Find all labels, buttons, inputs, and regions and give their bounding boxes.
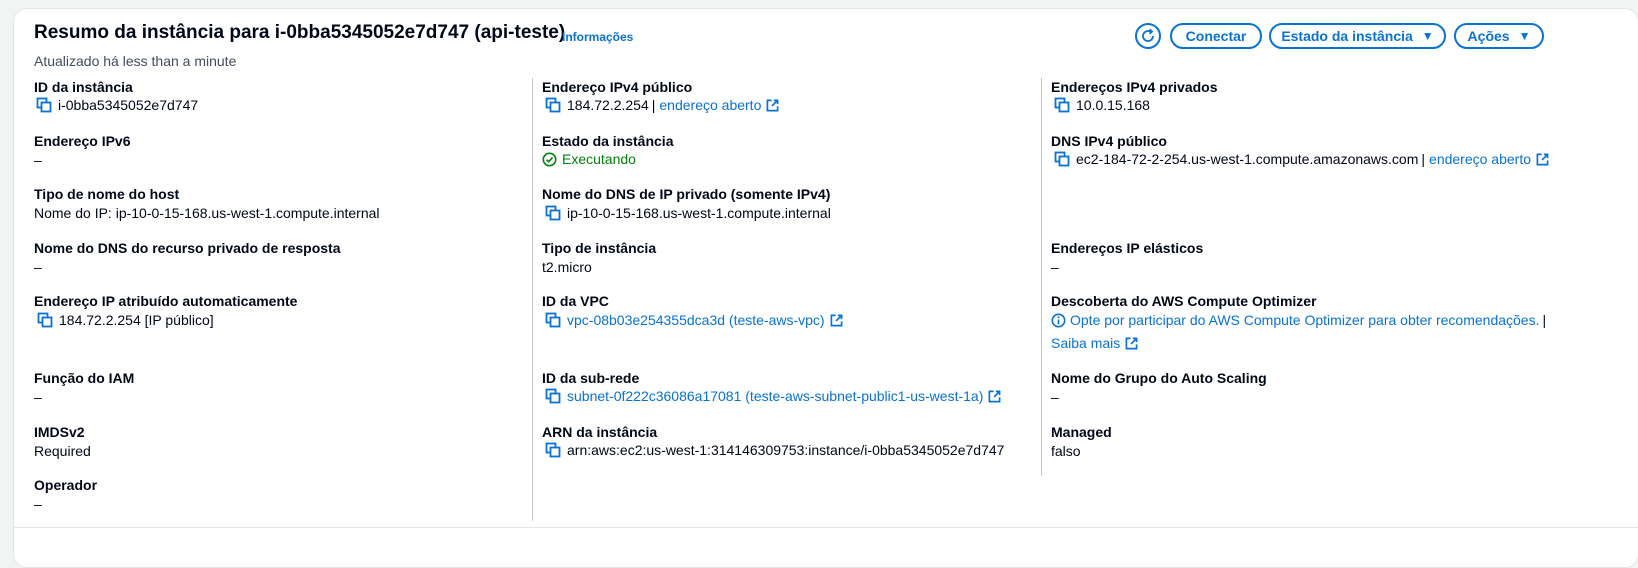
instance-summary-panel: Resumo da instância para i-0bba5345052e7… — [13, 8, 1638, 568]
instance-state-dropdown[interactable]: Estado da instância ▼ — [1269, 23, 1446, 49]
vpc-id-label: ID da VPC — [542, 293, 609, 309]
instance-state-value: Executando — [542, 151, 636, 167]
page-title: Resumo da instância para i-0bba5345052e7… — [34, 22, 566, 43]
hostname-type-label: Tipo de nome do host — [34, 186, 180, 202]
last-updated-text: Atualizado há less than a minute — [34, 53, 237, 69]
external-link-icon — [1536, 153, 1549, 166]
iam-role-value: – — [34, 389, 42, 405]
copy-icon[interactable] — [36, 97, 52, 113]
copy-icon[interactable] — [545, 312, 561, 328]
instance-type-value: t2.micro — [542, 259, 592, 275]
external-link-icon — [766, 99, 779, 112]
open-address-link[interactable]: endereço aberto — [1429, 151, 1531, 167]
external-link-icon — [1125, 337, 1138, 350]
external-link-icon — [830, 314, 843, 327]
compute-optimizer-label: Descoberta do AWS Compute Optimizer — [1051, 293, 1317, 309]
instance-id-label: ID da instância — [34, 79, 133, 95]
ipv6-label: Endereço IPv6 — [34, 133, 131, 149]
private-dns-response-label: Nome do DNS do recurso privado de respos… — [34, 240, 341, 256]
auto-ip-value: 184.72.2.254 [IP público] — [37, 312, 214, 328]
caret-down-icon: ▼ — [1421, 29, 1434, 43]
refresh-icon — [1142, 28, 1154, 42]
private-dns-label: Nome do DNS de IP privado (somente IPv4) — [542, 186, 831, 202]
copy-icon[interactable] — [37, 312, 53, 328]
arn-value: arn:aws:ec2:us-west-1:314146309753:insta… — [545, 442, 1004, 458]
info-link[interactable]: Informações — [562, 30, 633, 44]
copy-icon[interactable] — [545, 97, 561, 113]
iam-role-label: Função do IAM — [34, 370, 135, 386]
refresh-button[interactable] — [1135, 23, 1161, 49]
info-icon — [1051, 313, 1066, 327]
managed-value: falso — [1051, 443, 1081, 459]
public-ipv4-value: 184.72.2.254 | endereço aberto — [545, 97, 779, 113]
caret-down-icon: ▼ — [1518, 29, 1531, 43]
vpc-id-value: vpc-08b03e254355dca3d (teste-aws-vpc) — [545, 312, 843, 328]
actions-label: Ações — [1467, 28, 1510, 44]
imdsv2-value: Required — [34, 443, 91, 459]
instance-state-field-label: Estado da instância — [542, 133, 674, 149]
public-dns-value: ec2-184-72-2-254.us-west-1.compute.amazo… — [1054, 151, 1549, 167]
separator: | — [651, 97, 656, 113]
compute-optimizer-opt-in-link[interactable]: Opte por participar do AWS Compute Optim… — [1070, 312, 1539, 328]
instance-type-label: Tipo de instância — [542, 240, 657, 256]
connect-button[interactable]: Conectar — [1170, 23, 1262, 49]
instance-state-label: Estado da instância — [1281, 28, 1413, 44]
learn-more-link[interactable]: Saiba mais — [1051, 335, 1120, 351]
operator-value: – — [34, 496, 42, 512]
actions-dropdown[interactable]: Ações ▼ — [1454, 23, 1544, 49]
operator-label: Operador — [34, 477, 98, 493]
column-divider — [1041, 78, 1042, 476]
copy-icon[interactable] — [545, 388, 561, 404]
arn-label: ARN da instância — [542, 424, 658, 440]
public-ipv4-label: Endereço IPv4 público — [542, 79, 693, 95]
ipv6-value: – — [34, 152, 42, 168]
copy-icon[interactable] — [1054, 97, 1070, 113]
compute-optimizer-value: Opte por participar do AWS Compute Optim… — [1051, 312, 1550, 328]
subnet-link[interactable]: subnet-0f222c36086a17081 (teste-aws-subn… — [567, 388, 983, 404]
connect-button-label: Conectar — [1185, 28, 1247, 44]
section-divider — [14, 527, 1638, 528]
private-dns-value: ip-10-0-15-168.us-west-1.compute.interna… — [545, 205, 831, 221]
copy-icon[interactable] — [545, 205, 561, 221]
managed-label: Managed — [1051, 424, 1112, 440]
separator: | — [1421, 151, 1426, 167]
elastic-ips-value: – — [1051, 259, 1059, 275]
public-dns-label: DNS IPv4 público — [1051, 133, 1167, 149]
learn-more-row: Saiba mais — [1051, 335, 1138, 351]
private-ipv4-value: 10.0.15.168 — [1054, 97, 1150, 113]
private-ipv4-label: Endereços IPv4 privados — [1051, 79, 1218, 95]
subnet-id-value: subnet-0f222c36086a17081 (teste-aws-subn… — [545, 388, 1001, 404]
external-link-icon — [988, 390, 1001, 403]
elastic-ips-label: Endereços IP elásticos — [1051, 240, 1204, 256]
vpc-link[interactable]: vpc-08b03e254355dca3d (teste-aws-vpc) — [567, 312, 825, 328]
private-dns-response-value: – — [34, 259, 42, 275]
separator: | — [1542, 312, 1547, 328]
copy-icon[interactable] — [1054, 151, 1070, 167]
open-address-link[interactable]: endereço aberto — [659, 97, 761, 113]
auto-ip-label: Endereço IP atribuído automaticamente — [34, 293, 298, 309]
imdsv2-label: IMDSv2 — [34, 424, 85, 440]
copy-icon[interactable] — [545, 442, 561, 458]
instance-id-value: i-0bba5345052e7d747 — [36, 97, 198, 113]
column-divider — [532, 78, 533, 521]
asg-value: – — [1051, 389, 1059, 405]
hostname-type-value: Nome do IP: ip-10-0-15-168.us-west-1.com… — [34, 205, 380, 221]
success-check-icon — [542, 152, 557, 166]
asg-label: Nome do Grupo do Auto Scaling — [1051, 370, 1267, 386]
subnet-id-label: ID da sub-rede — [542, 370, 640, 386]
